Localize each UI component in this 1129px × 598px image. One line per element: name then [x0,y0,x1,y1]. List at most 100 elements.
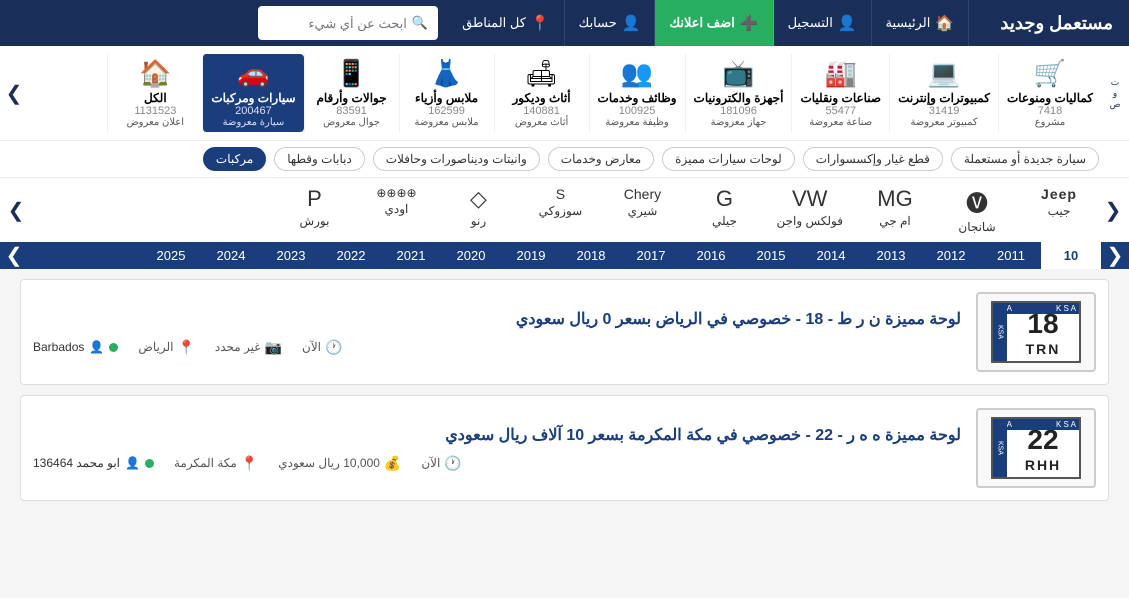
furniture-icon: 🛋 [525,58,558,89]
clock-icon: 🕐 [325,339,342,356]
cat-computers[interactable]: 💻 كمبيوترات وإنترنت 31419 كمبيوتر معروضة [889,54,998,132]
nav-regions-label: كل المناطق [462,15,526,31]
electronics-icon: 📺 [722,58,754,89]
clock-icon: 🕐 [444,455,461,472]
condition-icon: 📷 [265,339,282,356]
listing-title[interactable]: لوحة مميزة ه ه ر - 22 - خصوصي في مكة الم… [33,425,961,445]
year-10[interactable]: 10 [1041,242,1101,269]
brand-volkswagen[interactable]: VW فولكس واجن [766,182,853,238]
years-prev-arrow[interactable]: ❮ [1101,243,1129,268]
filter-vehicles[interactable]: مركبات [203,147,266,171]
avatar: 👤 [89,340,104,354]
search-input[interactable] [268,16,407,31]
year-2020[interactable]: 2020 [441,242,501,269]
cat-mobiles[interactable]: 📱 جوالات وأرقام 83591 جوال معروض [304,54,399,132]
nav-add[interactable]: ➕ اضف اعلانك [655,0,773,46]
filter-plates[interactable]: لوحات سيارات مميزة [662,147,795,171]
brands-next-arrow[interactable]: ❯ [2,198,30,223]
brand-mg[interactable]: MG ام جي [855,182,935,238]
cat-electronics[interactable]: 📺 أجهزة والكترونيات 181096 جهاز معروضة [685,54,792,132]
brand-renault[interactable]: ◇ رنو [438,182,518,238]
listing-time: 🕐 الآن [421,455,461,472]
register-icon: 👤 [838,14,857,32]
brand-logo[interactable]: مستعمل وجديد [969,0,1129,46]
brand-audi[interactable]: ⊕⊕⊕⊕ اودي [356,182,436,238]
cat-fashion[interactable]: 👗 ملابس وأزياء 162599 ملابس معروضة [399,54,494,132]
listing-details: لوحة مميزة ن ر ط - 18 - خصوصي في الرياض … [33,309,961,356]
cat-industry[interactable]: 🏭 صناعات ونقليات 55477 صناعة معروضة [791,54,889,132]
accessories-icon: 🛒 [1034,58,1066,89]
year-2013[interactable]: 2013 [861,242,921,269]
cat-furniture[interactable]: 🛋 أثاث وديكور 140881 أثاث معروض [494,54,589,132]
price-icon: 💰 [384,455,401,472]
cat-accessories[interactable]: 🛒 كماليات ومنوعات 7418 مشروع [998,54,1101,132]
nav-add-label: اضف اعلانك [669,15,734,31]
nav-home-label: الرئيسية [886,15,931,31]
categories-next-arrow[interactable]: ❯ [0,54,28,132]
cat-jobs[interactable]: 👥 وظائف وخدمات 100925 وظيفة معروضة [589,54,685,132]
filter-spare-parts[interactable]: قطع غيار وإكسسوارات [803,147,943,171]
brand-name-new: مستعمل وجديد [1000,13,1113,34]
brand-geely[interactable]: G جيلي [684,182,764,238]
listing-details: لوحة مميزة ه ه ر - 22 - خصوصي في مكة الم… [33,425,961,472]
account-icon: 👤 [622,14,641,32]
listing-title[interactable]: لوحة مميزة ن ر ط - 18 - خصوصي في الرياض … [33,309,961,329]
brand-changan[interactable]: 🅥 شانجان [937,182,1017,238]
category-items: 🛒 كماليات ومنوعات 7418 مشروع 💻 كمبيوترات… [28,54,1101,132]
brands-prev-arrow[interactable]: ❮ [1099,198,1127,223]
listing-location: 📍 الرياض [138,339,195,356]
nav-home[interactable]: 🏠 الرئيسية [872,0,969,46]
brand-items: Jeep جيب 🅥 شانجان MG ام جي VW فولكس واجن… [30,182,1099,238]
home-icon: 🏠 [935,14,954,32]
year-2024[interactable]: 2024 [201,242,261,269]
year-2017[interactable]: 2017 [621,242,681,269]
left-promo: ت و ص [1101,54,1129,132]
filter-showrooms[interactable]: معارض وخدمات [548,147,654,171]
listing-location: 📍 مكة المكرمة [174,455,258,472]
all-icon: 🏠 [139,58,171,89]
year-2015[interactable]: 2015 [741,242,801,269]
add-icon: ➕ [740,14,759,32]
listing-item[interactable]: K S A KSA KSA 18 TRN لوحة مميزة ن ر ط - … [20,279,1109,385]
listing-item[interactable]: K S A KSA KSA 22 RHH لوحة مميزة ه ه ر - … [20,395,1109,501]
nav-regions[interactable]: 📍 كل المناطق [448,0,565,46]
location-icon: 📍 [531,14,550,32]
filter-trucks[interactable]: وانيتات وديناصورات وحافلات [373,147,540,171]
year-2022[interactable]: 2022 [321,242,381,269]
computers-icon: 💻 [928,58,960,89]
year-2019[interactable]: 2019 [501,242,561,269]
plate-letters: RHH [1011,457,1075,473]
year-2025[interactable]: 2025 [141,242,201,269]
avatar: 👤 [125,456,140,470]
brand-chery[interactable]: Chery شيري [602,182,682,238]
listing-condition: 📷 غير محدد [215,339,282,356]
listings-container: K S A KSA KSA 18 TRN لوحة مميزة ن ر ط - … [0,269,1129,521]
nav-items: 🏠 الرئيسية 👤 التسجيل ➕ اضف اعلانك 👤 حساب… [0,0,969,46]
brand-porsche[interactable]: P بورش [274,182,354,238]
year-2021[interactable]: 2021 [381,242,441,269]
nav-register[interactable]: 👤 التسجيل [774,0,872,46]
filter-tanks[interactable]: دبابات وقطها [274,147,365,171]
brand-jeep[interactable]: Jeep جيب [1019,182,1099,238]
fashion-icon: 👗 [430,58,462,89]
years-next-arrow[interactable]: ❯ [0,243,28,268]
year-2018[interactable]: 2018 [561,242,621,269]
cat-cars[interactable]: 🚗 سيارات ومركبات 200467 سيارة معروضة [202,54,303,132]
year-items: 10 2011 2012 2013 2014 2015 2016 2017 20… [28,242,1101,269]
year-2023[interactable]: 2023 [261,242,321,269]
year-2012[interactable]: 2012 [921,242,981,269]
filter-used-new[interactable]: سيارة جديدة أو مستعملة [951,147,1099,171]
listing-user: 👤 Barbados [33,340,118,354]
mobiles-icon: 📱 [335,58,367,89]
year-2011[interactable]: 2011 [981,242,1041,269]
cat-all[interactable]: 🏠 الكل 1131523 اعلان معروض [107,54,202,132]
year-2014[interactable]: 2014 [801,242,861,269]
brand-suzuki[interactable]: S سوزوكي [520,182,600,238]
search-box[interactable]: 🔍 [258,6,438,40]
year-2016[interactable]: 2016 [681,242,741,269]
nav-account[interactable]: 👤 حسابك [565,0,656,46]
year-tabs: ❮ 10 2011 2012 2013 2014 2015 2016 2017 … [0,242,1129,269]
industry-icon: 🏭 [825,58,857,89]
categories-row: ت و ص 🛒 كماليات ومنوعات 7418 مشروع 💻 كمب… [0,46,1129,140]
pin-icon: 📍 [177,339,194,356]
